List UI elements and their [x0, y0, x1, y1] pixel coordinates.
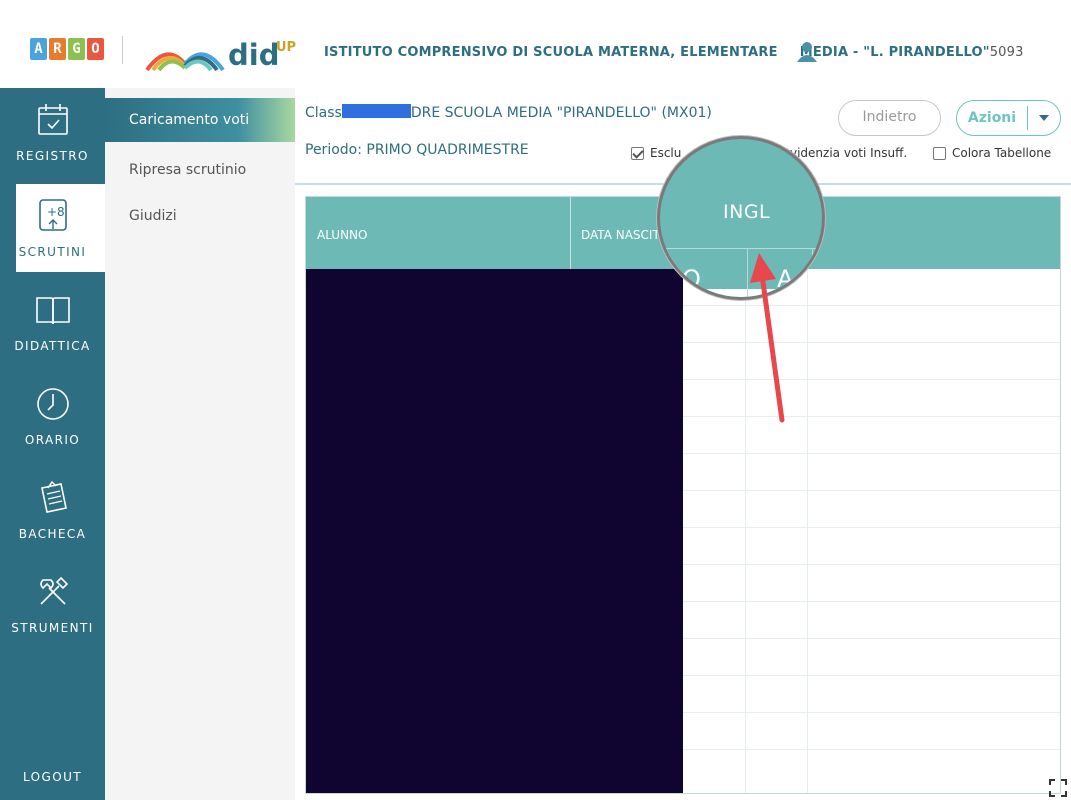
didup-rainbow-icon — [145, 52, 225, 72]
table-row — [682, 564, 1060, 565]
class-name: Class DRE SCUOLA MEDIA "PIRANDELLO" (MX01… — [305, 104, 712, 121]
back-button[interactable]: Indietro — [838, 100, 941, 136]
table-row — [682, 638, 1060, 639]
option-label: videnzia voti Insuff. — [790, 146, 908, 160]
redaction-bar — [341, 104, 411, 118]
didup-logo-sup: UP — [276, 40, 297, 55]
clock-icon — [36, 388, 69, 420]
caret-down-icon — [1039, 115, 1049, 121]
table-row — [682, 416, 1060, 417]
argo-letter: G — [68, 38, 85, 60]
column-line — [807, 269, 808, 793]
user-icon[interactable] — [796, 40, 818, 62]
nav-orario[interactable]: ORARIO — [0, 372, 105, 464]
nav-scrutini[interactable]: +8 SCRUTINI — [16, 184, 105, 272]
nav-label: REGISTRO — [16, 149, 89, 163]
header-divider — [122, 36, 123, 64]
table-row — [682, 305, 1060, 306]
nav-label: ORARIO — [24, 433, 81, 447]
table-row — [682, 601, 1060, 602]
nav-label: SCRUTINI — [18, 245, 87, 259]
school-title-tail: MEDIA - "L. PIRANDELLO" — [799, 45, 990, 60]
class-suffix: DRE SCUOLA MEDIA "PIRANDELLO" (MX01) — [410, 105, 712, 121]
nav-registro[interactable]: REGISTRO — [0, 88, 105, 180]
magnified-subcolumn: O — [682, 265, 701, 293]
school-title: ISTITUTO COMPRENSIVO DI SCUOLA MATERNA, … — [324, 45, 1024, 60]
table-row — [682, 749, 1060, 750]
app-header: A R G O did UP ISTITUTO COMPRENSIVO DI S… — [0, 0, 1071, 88]
table-row — [682, 712, 1060, 713]
column-header-alunno[interactable]: ALUNNO — [317, 228, 367, 242]
periodo-label: Periodo: PRIMO QUADRIMESTRE — [305, 142, 529, 158]
table-row — [682, 379, 1060, 380]
open-book-icon — [35, 297, 70, 325]
option-escludi[interactable]: Esclu — [631, 146, 681, 160]
nav-didattica[interactable]: DIDATTICA — [0, 278, 105, 370]
didup-logo-text: did — [228, 38, 280, 72]
submenu-giudizi[interactable]: Giudizi — [105, 192, 295, 240]
table-row — [682, 453, 1060, 454]
submenu-ripresa-scrutinio[interactable]: Ripresa scrutinio — [105, 146, 295, 194]
magnified-column-ingl[interactable]: INGL — [723, 201, 770, 223]
main-nav-rail: REGISTRO +8 SCRUTINI DIDATTICA ORARIO BA… — [0, 88, 105, 800]
nav-label: STRUMENTI — [11, 621, 94, 635]
calendar-check-icon — [37, 104, 68, 135]
option-colora-tabellone[interactable]: Colora Tabellone — [933, 146, 1051, 160]
option-label: Esclu — [650, 146, 682, 160]
table-row — [682, 675, 1060, 676]
red-pointer-arrow-icon — [750, 253, 785, 423]
table-row — [682, 527, 1060, 528]
notice-board-icon — [40, 480, 67, 513]
logout-link[interactable]: LOGOUT — [0, 770, 105, 784]
argo-letter: O — [87, 38, 104, 60]
column-separator — [570, 197, 571, 269]
school-title-text: ISTITUTO COMPRENSIVO DI SCUOLA MATERNA, … — [324, 45, 778, 60]
argo-letter: R — [49, 38, 66, 60]
actions-button-label: Azioni — [967, 110, 1017, 126]
column-header-data-nascita[interactable]: DATA NASCIT — [581, 228, 660, 242]
nav-bacheca[interactable]: BACHECA — [0, 466, 105, 558]
table-row — [682, 490, 1060, 491]
scrutini-plus8-icon: +8 — [38, 199, 67, 231]
tools-icon — [39, 576, 68, 605]
table-row — [682, 342, 1060, 343]
redacted-student-block — [306, 269, 683, 793]
nav-strumenti[interactable]: STRUMENTI — [0, 560, 105, 652]
argo-letter: A — [30, 38, 47, 60]
scrutini-submenu: Caricamento voti Ripresa scrutinio Giudi… — [105, 88, 295, 800]
svg-text:+8: +8 — [47, 205, 65, 219]
magnifier-line — [812, 248, 813, 297]
school-code: 5093 — [989, 45, 1024, 60]
actions-button[interactable]: Azioni — [956, 100, 1061, 136]
escludi-checkbox[interactable] — [631, 146, 644, 160]
nav-label: BACHECA — [18, 527, 87, 541]
nav-label: DIDATTICA — [14, 339, 91, 353]
fullscreen-icon[interactable] — [1048, 778, 1068, 798]
class-prefix: Class — [305, 105, 342, 121]
option-label: Colora Tabellone — [952, 146, 1052, 160]
argo-logo: A R G O — [30, 38, 104, 60]
page: A R G O did UP ISTITUTO COMPRENSIVO DI S… — [0, 0, 1071, 800]
option-evidenzia-insufficienti[interactable]: videnzia voti Insuff. — [790, 146, 907, 160]
submenu-caricamento-voti[interactable]: Caricamento voti — [105, 98, 295, 142]
actions-dropdown-toggle[interactable] — [1028, 114, 1060, 122]
colora-tabellone-checkbox[interactable] — [933, 146, 946, 160]
